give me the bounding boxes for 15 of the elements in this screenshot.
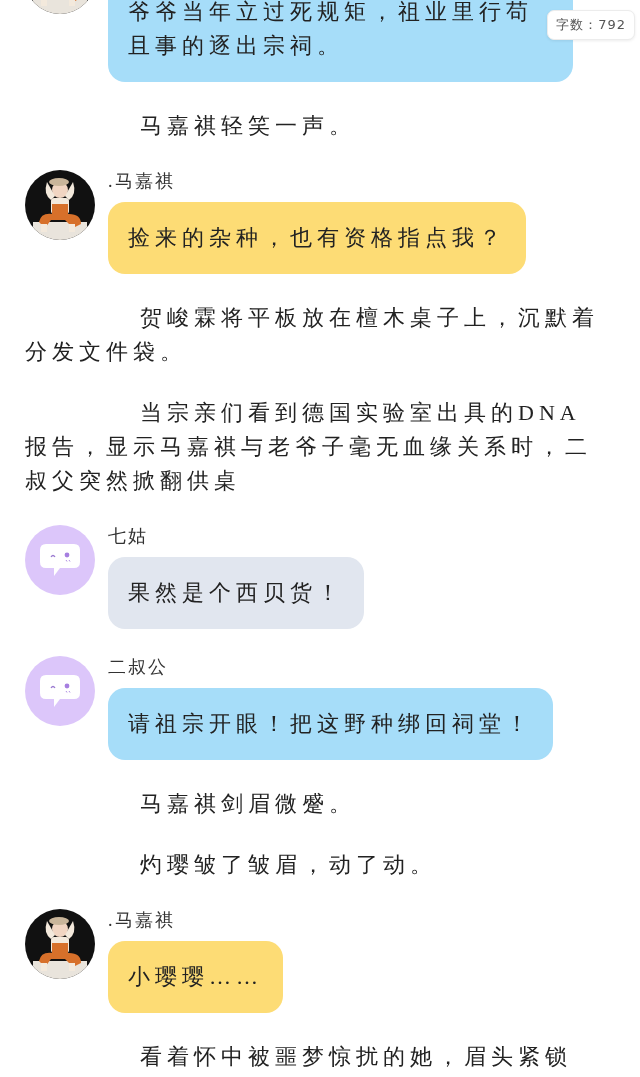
speaker-name: .马嘉祺 [108,909,175,931]
narration-text: 马嘉祺轻笑一声。 [139,112,357,140]
message-bubble: 请祖宗开眼！把这野种绑回祠堂！ [108,688,553,760]
word-count-badge: 字数：792 [547,10,635,40]
narration-text: 当宗亲们看到德国实验室出具的DNA报告，显示马嘉祺与老爷子毫无血缘关系时，二叔父突然掀翻供桌 [25,399,593,495]
message-bubble: 小璎璎…… [108,941,283,1013]
speaker-name: 七姑 [108,525,148,547]
message-bubble: 果然是个西贝货！ [108,557,364,629]
narration-text: 马嘉祺剑眉微蹙。 [139,790,357,818]
narration-text: 贺峻霖将平板放在檀木桌子上，沉默着分发文件袋。 [25,304,600,366]
speaker-name: 二叔公 [108,656,168,678]
message-bubble: 捡来的杂种，也有资格指点我？ [108,202,526,274]
narration-text: 看着怀中被噩梦惊扰的她，眉头紧锁 [139,1043,573,1071]
narration-text: 灼璎皱了皱眉，动了动。 [139,851,438,879]
speaker-name: .马嘉祺 [108,170,175,192]
